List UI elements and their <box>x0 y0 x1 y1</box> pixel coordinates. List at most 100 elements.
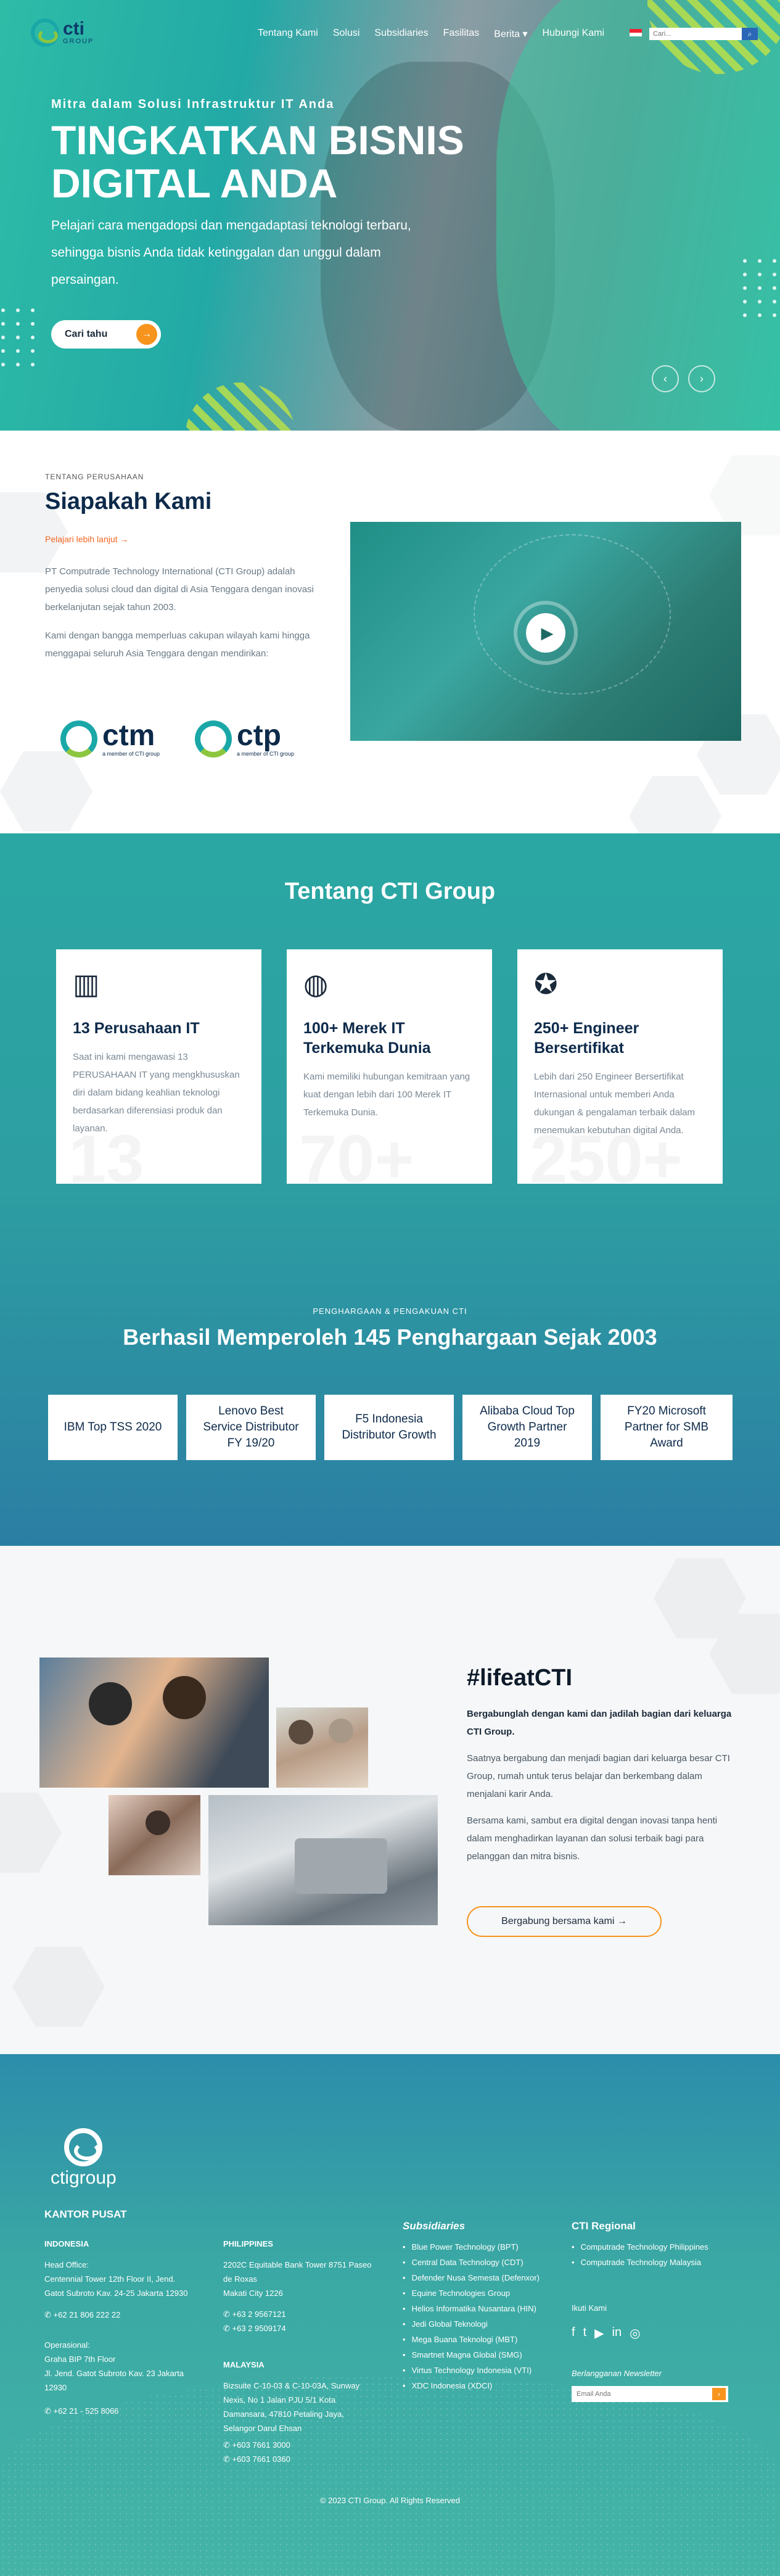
phone-text: ✆ +603 7661 0360 <box>223 2454 290 2464</box>
building-icon: ▥ <box>73 968 100 1000</box>
address-text: Operasional: Graha BIP 7th Floor Jl. Jen… <box>44 2340 184 2392</box>
flag-icon[interactable] <box>630 29 642 36</box>
regional-list: Computrade Technology Philippines Comput… <box>572 2239 708 2270</box>
subsidiaries-heading: Subsidiaries <box>403 2220 466 2232</box>
subsidiary-link[interactable]: XDC Indonesia (XDCI) <box>403 2378 540 2393</box>
main-nav: Tentang Kami Solusi Subsidiaries Fasilit… <box>258 28 604 40</box>
regional-heading: CTI Regional <box>572 2220 636 2232</box>
nav-subsidiaries[interactable]: Subsidiaries <box>374 28 428 40</box>
site-header: cti GROUP Tentang Kami Solusi Subsidiarie… <box>0 0 780 69</box>
hero-description: Pelajari cara mengadopsi dan mengadaptas… <box>51 218 411 287</box>
stat-card-text: Saat ini kami mengawasi 13 PERUSAHAAN IT… <box>73 1052 240 1134</box>
stat-card: 250+ ✪ 250+ Engineer Bersertifikat Lebih… <box>517 949 723 1184</box>
awards-label: PENGHARGAAN & PENGAKUAN CTI <box>313 1307 467 1316</box>
cari-tahu-label: Cari tahu <box>65 329 108 339</box>
country-label: MALAYSIA <box>223 2360 265 2369</box>
award-icon: ✪ <box>534 968 558 1000</box>
address-text: 2202C Equitable Bank Tower 8751 Paseo de… <box>223 2260 372 2298</box>
ctp-logo-icon <box>195 720 232 758</box>
hero-title: TINGKATKAN BISNIS DIGITAL ANDA <box>51 117 464 206</box>
cari-tahu-button[interactable]: Cari tahu → <box>51 320 161 349</box>
kantor-heading: KANTOR PUSAT <box>44 2208 127 2220</box>
stat-card: 13 ▥ 13 Perusahaan IT Saat ini kami meng… <box>56 949 261 1184</box>
phone-icon: ✆ <box>44 2310 54 2319</box>
laptop-photo <box>208 1795 438 1925</box>
nav-tentang-kami[interactable]: Tentang Kami <box>258 28 318 40</box>
subsidiary-link[interactable]: Defender Nusa Semesta (Defenxor) <box>403 2270 540 2285</box>
address-text: Head Office: Centennial Tower 12th Floor… <box>44 2260 188 2298</box>
nav-solusi[interactable]: Solusi <box>333 28 360 40</box>
newsletter-submit-icon[interactable]: › <box>712 2388 726 2400</box>
search-input[interactable] <box>649 28 742 40</box>
newsletter-label: Berlangganan Newsletter <box>572 2369 662 2378</box>
instagram-icon[interactable]: ◎ <box>630 2326 640 2341</box>
phone-icon: ✆ <box>44 2406 54 2416</box>
nav-berita[interactable]: Berita ▾ <box>494 28 527 40</box>
subsidiary-link[interactable]: Mega Buana Teknologi (MBT) <box>403 2332 540 2347</box>
stats-section: Tentang CTI Group 13 ▥ 13 Perusahaan IT … <box>0 833 780 1546</box>
carousel-next-button[interactable]: › <box>688 365 715 392</box>
cti-logo[interactable]: cti GROUP <box>31 19 94 47</box>
stat-card: 70+ ◍ 100+ Merek IT Terkemuka Dunia Kami… <box>287 949 492 1184</box>
logo-text: cti <box>63 18 85 39</box>
dot-pattern <box>1 308 36 366</box>
learn-more-link[interactable]: Pelajari lebih lanjut → <box>45 534 128 544</box>
phone-text: ✆ +62 21 - 525 8066 <box>44 2406 119 2416</box>
stat-card-title: 100+ Merek IT Terkemuka Dunia <box>303 1020 431 1057</box>
globe-icon: ◍ <box>303 968 329 1000</box>
phone-icon: ✆ <box>223 2440 232 2450</box>
cti-logo-icon <box>31 19 59 47</box>
hero-stripe-decoration <box>185 382 296 431</box>
youtube-icon[interactable]: ▶ <box>594 2326 604 2341</box>
phone-icon: ✆ <box>223 2454 232 2464</box>
regional-link[interactable]: Computrade Technology Philippines <box>572 2239 708 2255</box>
subsidiary-link[interactable]: Blue Power Technology (BPT) <box>403 2239 540 2255</box>
subsidiary-link[interactable]: Central Data Technology (CDT) <box>403 2255 540 2270</box>
stat-card-title: 13 Perusahaan IT <box>73 1020 200 1037</box>
life-paragraph: Bersama kami, sambut era digital dengan … <box>467 1815 718 1862</box>
life-paragraph: Saatnya bergabung dan menjadi bagian dar… <box>467 1753 730 1799</box>
subsidiary-link[interactable]: Virtus Technology Indonesia (VTI) <box>403 2363 540 2378</box>
awards-title: Berhasil Memperoleh 145 Penghargaan Seja… <box>123 1324 657 1350</box>
newsletter-email-input[interactable] <box>572 2386 728 2402</box>
award-card: Lenovo Best Service Distributor FY 19/20 <box>186 1395 316 1460</box>
search-icon[interactable]: ⌕ <box>742 28 758 40</box>
about-paragraph: Kami dengan bangga memperluas cakupan wi… <box>45 630 310 659</box>
award-card: FY20 Microsoft Partner for SMB Award <box>601 1395 733 1460</box>
subsidiary-link[interactable]: Jedi Global Teknologi <box>403 2316 540 2332</box>
phone-text: ✆ +62 21 806 222 22 <box>44 2310 121 2319</box>
arrow-right-icon: → <box>136 324 157 345</box>
subsidiary-link[interactable]: Smartnet Magna Global (SMG) <box>403 2347 540 2363</box>
site-footer: ctigroup KANTOR PUSAT INDONESIA Head Off… <box>0 2054 780 2576</box>
linkedin-icon[interactable]: in <box>612 2326 622 2341</box>
play-button[interactable]: ▶ <box>514 601 578 665</box>
copyright: © 2023 CTI Group. All Rights Reserved <box>319 2496 461 2505</box>
dot-pattern <box>743 259 778 317</box>
regional-link[interactable]: Computrade Technology Malaysia <box>572 2255 708 2270</box>
twitter-icon[interactable]: t <box>583 2326 587 2341</box>
ctm-logo-icon <box>60 720 97 758</box>
life-title: #lifeatCTI <box>467 1665 573 1691</box>
carousel-prev-button[interactable]: ‹ <box>652 365 679 392</box>
phone-text: ✆ +603 7661 3000 <box>223 2440 290 2450</box>
award-card: F5 Indonesia Distributor Growth <box>324 1395 454 1460</box>
logo-sub: GROUP <box>63 37 94 45</box>
award-card: Alibaba Cloud Top Growth Partner 2019 <box>462 1395 592 1460</box>
ctm-logo[interactable]: ctm a member of CTI group <box>60 720 160 758</box>
phone-text: ✆ +63 2 9567121 <box>223 2310 286 2319</box>
join-us-button[interactable]: Bergabung bersama kami → <box>467 1906 662 1937</box>
play-icon: ▶ <box>526 613 565 653</box>
country-label: INDONESIA <box>44 2239 89 2248</box>
stat-card-title: 250+ Engineer Bersertifikat <box>534 1020 639 1057</box>
subsidiary-link[interactable]: Equine Technologies Group <box>403 2285 540 2301</box>
footer-logo[interactable]: ctigroup <box>51 2128 117 2189</box>
follow-label: Ikuti Kami <box>572 2303 607 2313</box>
phone-icon: ✆ <box>223 2310 232 2319</box>
facebook-icon[interactable]: f <box>572 2326 575 2341</box>
subsidiary-link[interactable]: Helios Informatika Nusantara (HIN) <box>403 2301 540 2316</box>
nav-hubungi-kami[interactable]: Hubungi Kami <box>543 28 605 40</box>
company-video[interactable]: ▶ <box>350 522 741 741</box>
nav-fasilitas[interactable]: Fasilitas <box>443 28 480 40</box>
social-links: f t ▶ in ◎ <box>572 2326 641 2341</box>
ctp-logo[interactable]: ctp a member of CTI group <box>195 720 294 758</box>
